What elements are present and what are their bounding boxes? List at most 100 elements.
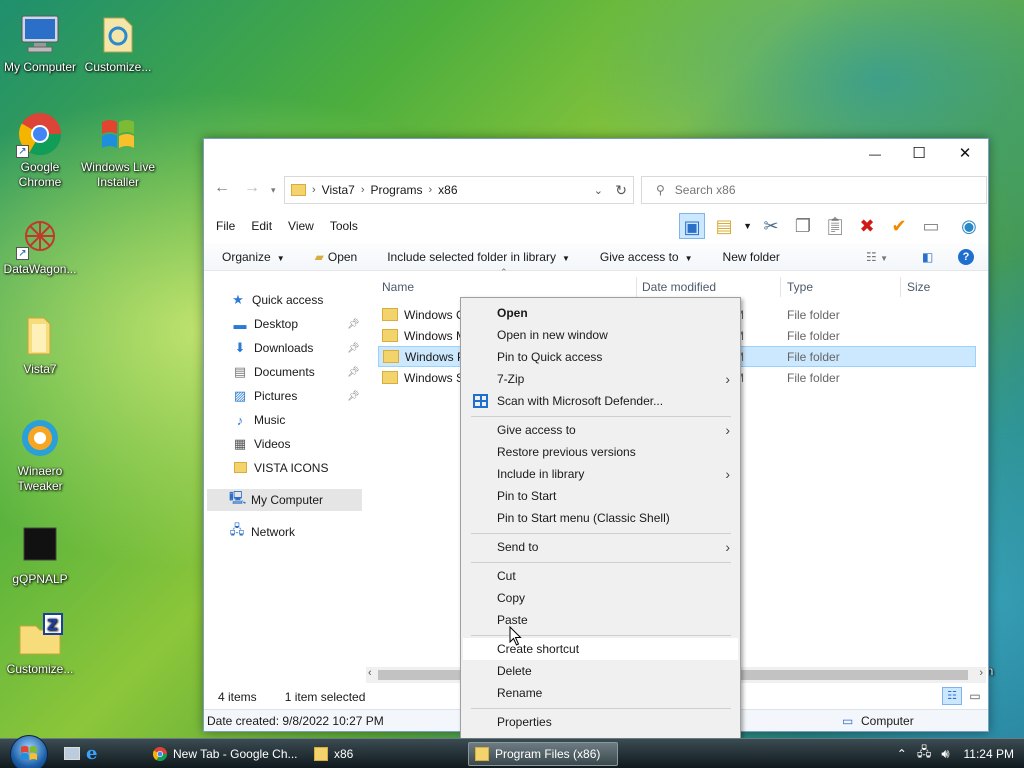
nav-item-desktop[interactable]: ▬ Desktop: [232, 313, 299, 335]
copy-icon[interactable]: ❐: [790, 213, 816, 239]
menu-item-copy[interactable]: Copy: [463, 587, 738, 609]
maximize-button[interactable]: ☐: [896, 139, 942, 169]
nav-quick-access[interactable]: ★ Quick access: [230, 289, 323, 311]
menu-item-open[interactable]: Open: [463, 302, 738, 324]
pin-icon[interactable]: 📌︎: [347, 391, 360, 402]
breadcrumb-item[interactable]: x86: [438, 183, 457, 197]
address-dropdown-icon[interactable]: ⌄: [594, 184, 603, 197]
nav-item-music[interactable]: ♪ Music: [232, 409, 286, 431]
taskbar-item-chrome[interactable]: New Tab - Google Ch...: [148, 742, 298, 766]
help-icon[interactable]: ?: [958, 248, 974, 265]
paste-icon[interactable]: 📋︎: [822, 213, 848, 239]
menu-item-pin-start[interactable]: Pin to Start: [463, 485, 738, 507]
column-header-name[interactable]: Name: [382, 277, 414, 297]
search-box[interactable]: ⚲ Search x86: [641, 176, 987, 204]
menu-item-properties[interactable]: Properties: [463, 711, 738, 733]
scroll-right-icon[interactable]: ›: [979, 667, 983, 679]
desktop-icon-winaero[interactable]: Winaero Tweaker: [0, 414, 80, 494]
details-view-icon[interactable]: ☷: [942, 687, 962, 705]
recent-locations-icon[interactable]: ▾: [271, 185, 276, 196]
nav-item-downloads[interactable]: ⬇ Downloads: [232, 337, 314, 359]
clock[interactable]: 11:24 PM: [964, 747, 1014, 761]
menu-item-send-to[interactable]: Send to ›: [463, 536, 738, 558]
folder-options-icon[interactable]: ▤: [711, 213, 737, 239]
volume-icon[interactable]: 🔊︎: [941, 746, 949, 762]
menu-item-delete[interactable]: Delete: [463, 660, 738, 682]
breadcrumb-item[interactable]: Vista7: [322, 183, 355, 197]
menu-file[interactable]: File: [216, 219, 235, 233]
open-button[interactable]: ▰ Open: [315, 250, 358, 264]
desktop-icon-my-computer[interactable]: My Computer: [0, 10, 80, 75]
menu-item-open-new-window[interactable]: Open in new window: [463, 324, 738, 346]
menu-item-defender[interactable]: Scan with Microsoft Defender...: [463, 390, 738, 412]
column-header-type[interactable]: Type: [787, 277, 813, 297]
forward-arrow-icon[interactable]: →: [244, 179, 260, 197]
nav-item-vista-icons[interactable]: VISTA ICONS: [232, 457, 328, 479]
nav-item-documents[interactable]: ▤ Documents: [232, 361, 315, 383]
column-divider[interactable]: [636, 277, 637, 297]
desktop-icon-chrome[interactable]: ↗ Google Chrome: [0, 110, 80, 190]
menu-item-pin-quick-access[interactable]: Pin to Quick access: [463, 346, 738, 368]
scroll-left-icon[interactable]: ‹: [368, 667, 372, 679]
desktop-icon-windows-live[interactable]: Windows Live Installer: [78, 110, 158, 190]
pin-icon[interactable]: 📌︎: [347, 367, 360, 378]
rename-icon[interactable]: ▭: [918, 213, 944, 239]
panes-icon[interactable]: ▣: [679, 213, 706, 239]
menu-item-7zip[interactable]: 7-Zip ›: [463, 368, 738, 390]
column-divider[interactable]: [900, 277, 901, 297]
menu-item-cut[interactable]: Cut: [463, 565, 738, 587]
start-orb-icon[interactable]: [10, 735, 48, 768]
nav-item-pictures[interactable]: ▨ Pictures: [232, 385, 298, 407]
nav-item-videos[interactable]: ▦ Videos: [232, 433, 291, 455]
desktop-icon-gqpnalp[interactable]: gQPNALP: [0, 522, 80, 587]
desktop-icon-datawagon[interactable]: ↗ DataWagon...: [0, 212, 80, 277]
desktop-icon-customize-zip[interactable]: Z Customize...: [0, 612, 80, 677]
breadcrumb-item[interactable]: Programs: [370, 183, 422, 197]
desktop-icon-label: Google Chrome: [18, 160, 62, 189]
taskbar-item-x86[interactable]: x86: [308, 742, 458, 766]
thumbnail-view-icon[interactable]: ▭: [966, 687, 984, 705]
menu-item-include-library[interactable]: Include in library ›: [463, 463, 738, 485]
menu-tools[interactable]: Tools: [330, 219, 358, 233]
minimize-button[interactable]: —: [852, 139, 898, 169]
nav-my-computer[interactable]: 🖳︎ My Computer: [207, 489, 362, 511]
delete-icon[interactable]: ✖: [854, 213, 880, 239]
include-library-button[interactable]: Include selected folder in library ▼: [387, 250, 570, 264]
organize-button[interactable]: Organize ▼: [222, 250, 285, 264]
menu-edit[interactable]: Edit: [251, 219, 272, 233]
internet-explorer-icon[interactable]: e: [86, 743, 97, 764]
column-divider[interactable]: [780, 277, 781, 297]
menu-item-create-shortcut[interactable]: Create shortcut: [463, 638, 738, 660]
pin-icon[interactable]: 📌︎: [347, 343, 360, 354]
nav-label: Desktop: [254, 317, 299, 331]
network-tray-icon[interactable]: 🖧︎: [917, 743, 932, 765]
cut-icon[interactable]: ✂: [758, 213, 784, 239]
nav-network[interactable]: 🖧︎ Network: [229, 521, 295, 543]
pin-icon[interactable]: 📌︎: [347, 319, 360, 330]
give-access-button[interactable]: Give access to ▼: [600, 250, 693, 264]
back-arrow-icon[interactable]: ←: [214, 179, 230, 197]
view-options-icon[interactable]: ☷ ▼: [866, 250, 888, 264]
desktop-icon-customize[interactable]: Customize...: [78, 10, 158, 75]
folder-icon: [382, 308, 398, 321]
menu-item-restore-versions[interactable]: Restore previous versions: [463, 441, 738, 463]
close-button[interactable]: ✕: [942, 139, 988, 169]
taskbar-item-program-files[interactable]: Program Files (x86): [468, 742, 618, 766]
network-globe-icon[interactable]: ◉: [956, 213, 982, 239]
column-header-date[interactable]: Date modified: [642, 277, 716, 297]
menu-item-paste[interactable]: Paste: [463, 609, 738, 631]
properties-check-icon[interactable]: ✔: [886, 213, 912, 239]
show-desktop-icon[interactable]: [64, 747, 80, 760]
new-folder-button[interactable]: New folder: [723, 250, 780, 264]
refresh-icon[interactable]: ↻: [615, 182, 627, 199]
address-bar[interactable]: › Vista7 › Programs › x86 ⌄ ↻: [284, 176, 634, 204]
menu-item-rename[interactable]: Rename: [463, 682, 738, 704]
menu-item-pin-start-classic[interactable]: Pin to Start menu (Classic Shell): [463, 507, 738, 529]
preview-pane-icon[interactable]: ◧: [922, 250, 933, 264]
menu-view[interactable]: View: [288, 219, 314, 233]
tray-expand-icon[interactable]: ⌃: [897, 747, 907, 761]
column-header-size[interactable]: Size: [907, 277, 930, 297]
desktop-icon-vista7[interactable]: Vista7: [0, 312, 80, 377]
menu-item-give-access[interactable]: Give access to ›: [463, 419, 738, 441]
dropdown-caret-icon[interactable]: ▼: [743, 221, 752, 231]
